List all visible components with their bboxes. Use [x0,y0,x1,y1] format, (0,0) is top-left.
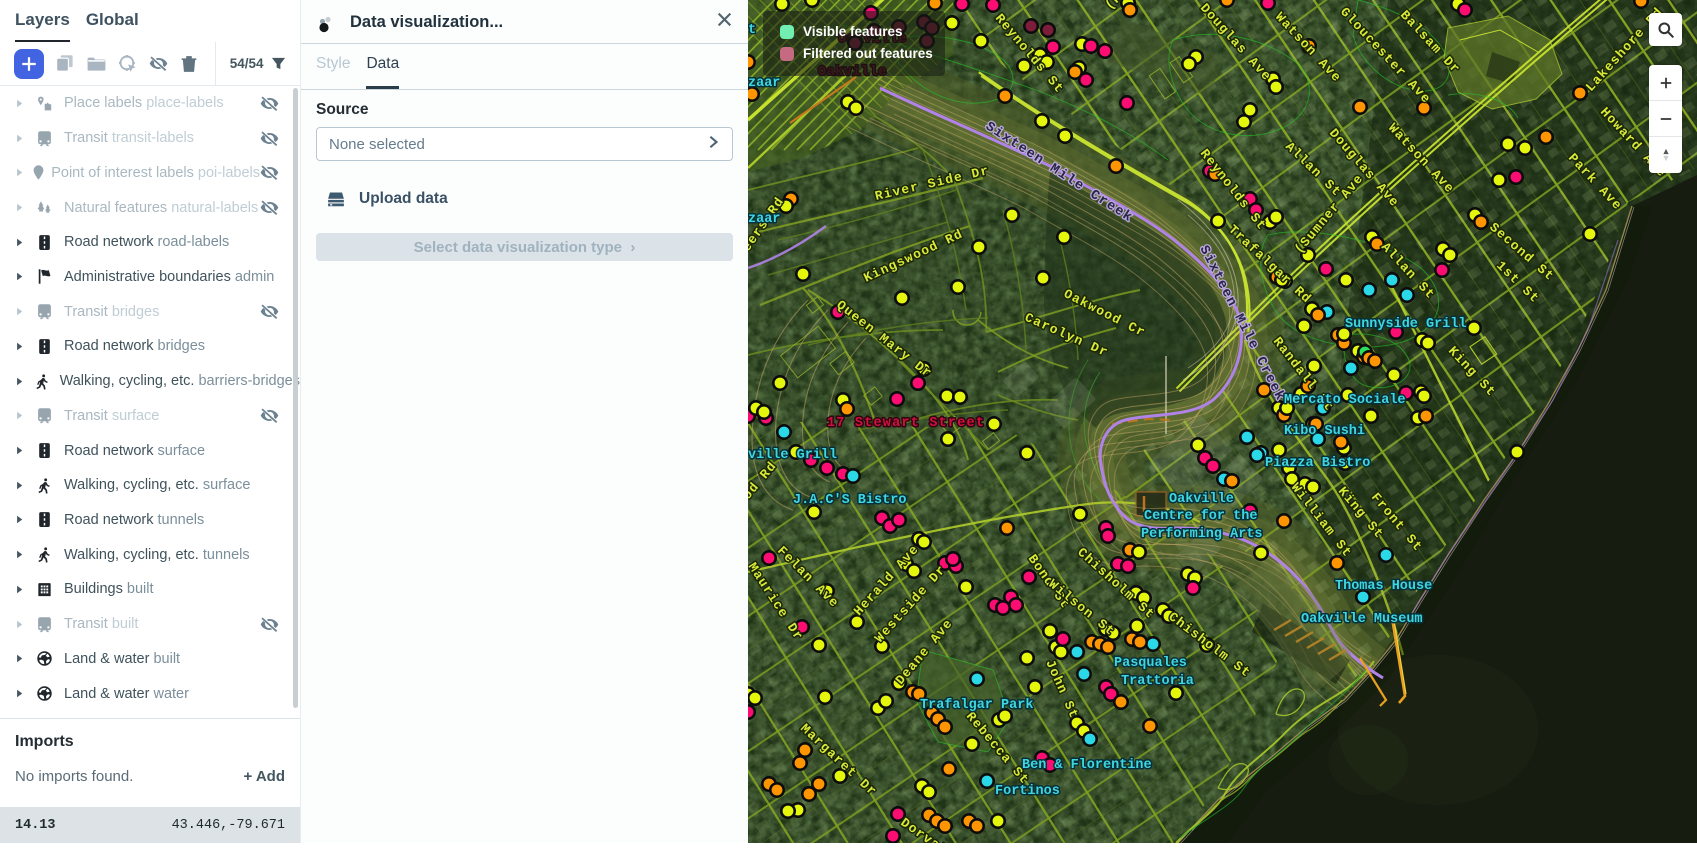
svg-text:Trattoria: Trattoria [1121,674,1194,689]
svg-text:Ben & Florentine: Ben & Florentine [1022,758,1152,773]
svg-text:ville Grill: ville Grill [748,448,837,463]
svg-text:J.A.C'S Bistro: J.A.C'S Bistro [793,493,906,508]
svg-text:Pasquales: Pasquales [1114,656,1187,671]
svg-text:17 Stewart Street: 17 Stewart Street [827,416,985,431]
svg-text:zaar: zaar [748,212,780,227]
svg-text:Performing Arts: Performing Arts [1141,527,1263,542]
svg-text:Centre for the: Centre for the [1144,509,1257,524]
svg-text:Kibo Sushi: Kibo Sushi [1284,424,1365,439]
svg-text:Thomas House: Thomas House [1335,579,1432,594]
svg-text:Sunnyside Grill: Sunnyside Grill [1345,317,1467,332]
svg-text:Piazza Bistro: Piazza Bistro [1265,456,1370,471]
svg-text:Mercato Sociale: Mercato Sociale [1284,393,1406,408]
svg-text:t: t [748,23,756,38]
svg-text:Oakville Museum: Oakville Museum [1301,612,1423,627]
svg-text:Oakville: Oakville [1169,492,1234,507]
svg-text:Fortinos: Fortinos [995,784,1060,799]
svg-text:zaar: zaar [748,76,780,91]
svg-text:Trafalgar Park: Trafalgar Park [920,698,1033,713]
